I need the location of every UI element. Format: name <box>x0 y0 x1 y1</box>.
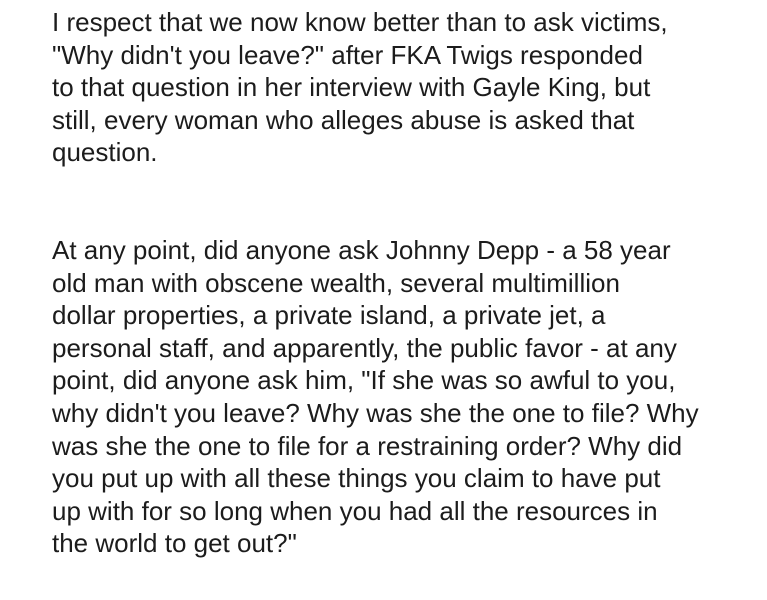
document-body: I respect that we now know better than t… <box>52 6 752 560</box>
paragraph-2: At any point, did anyone ask Johnny Depp… <box>52 234 752 560</box>
text-line: was she the one to file for a restrainin… <box>52 430 683 461</box>
text-line: "Why didn't you leave?" after FKA Twigs … <box>52 39 643 70</box>
text-line: to that question in her interview with G… <box>52 72 651 103</box>
paragraph-1: I respect that we now know better than t… <box>52 6 752 169</box>
text-line: question. <box>52 137 158 168</box>
text-line: I respect that we now know better than t… <box>52 7 668 37</box>
text-line: At any point, did anyone ask Johnny Depp… <box>52 234 671 265</box>
text-line: the world to get out?" <box>52 528 297 559</box>
text-line: dollar properties, a private island, a p… <box>52 300 606 331</box>
text-line: still, every woman who alleges abuse is … <box>52 104 635 135</box>
text-line: you put up with all these things you cla… <box>52 463 661 494</box>
text-line: up with for so long when you had all the… <box>52 495 658 526</box>
text-line: old man with obscene wealth, several mul… <box>52 267 620 298</box>
text-line: why didn't you leave? Why was she the on… <box>52 397 699 428</box>
text-line: personal staff, and apparently, the publ… <box>52 332 677 363</box>
text-line: point, did anyone ask him, "If she was s… <box>52 365 676 396</box>
